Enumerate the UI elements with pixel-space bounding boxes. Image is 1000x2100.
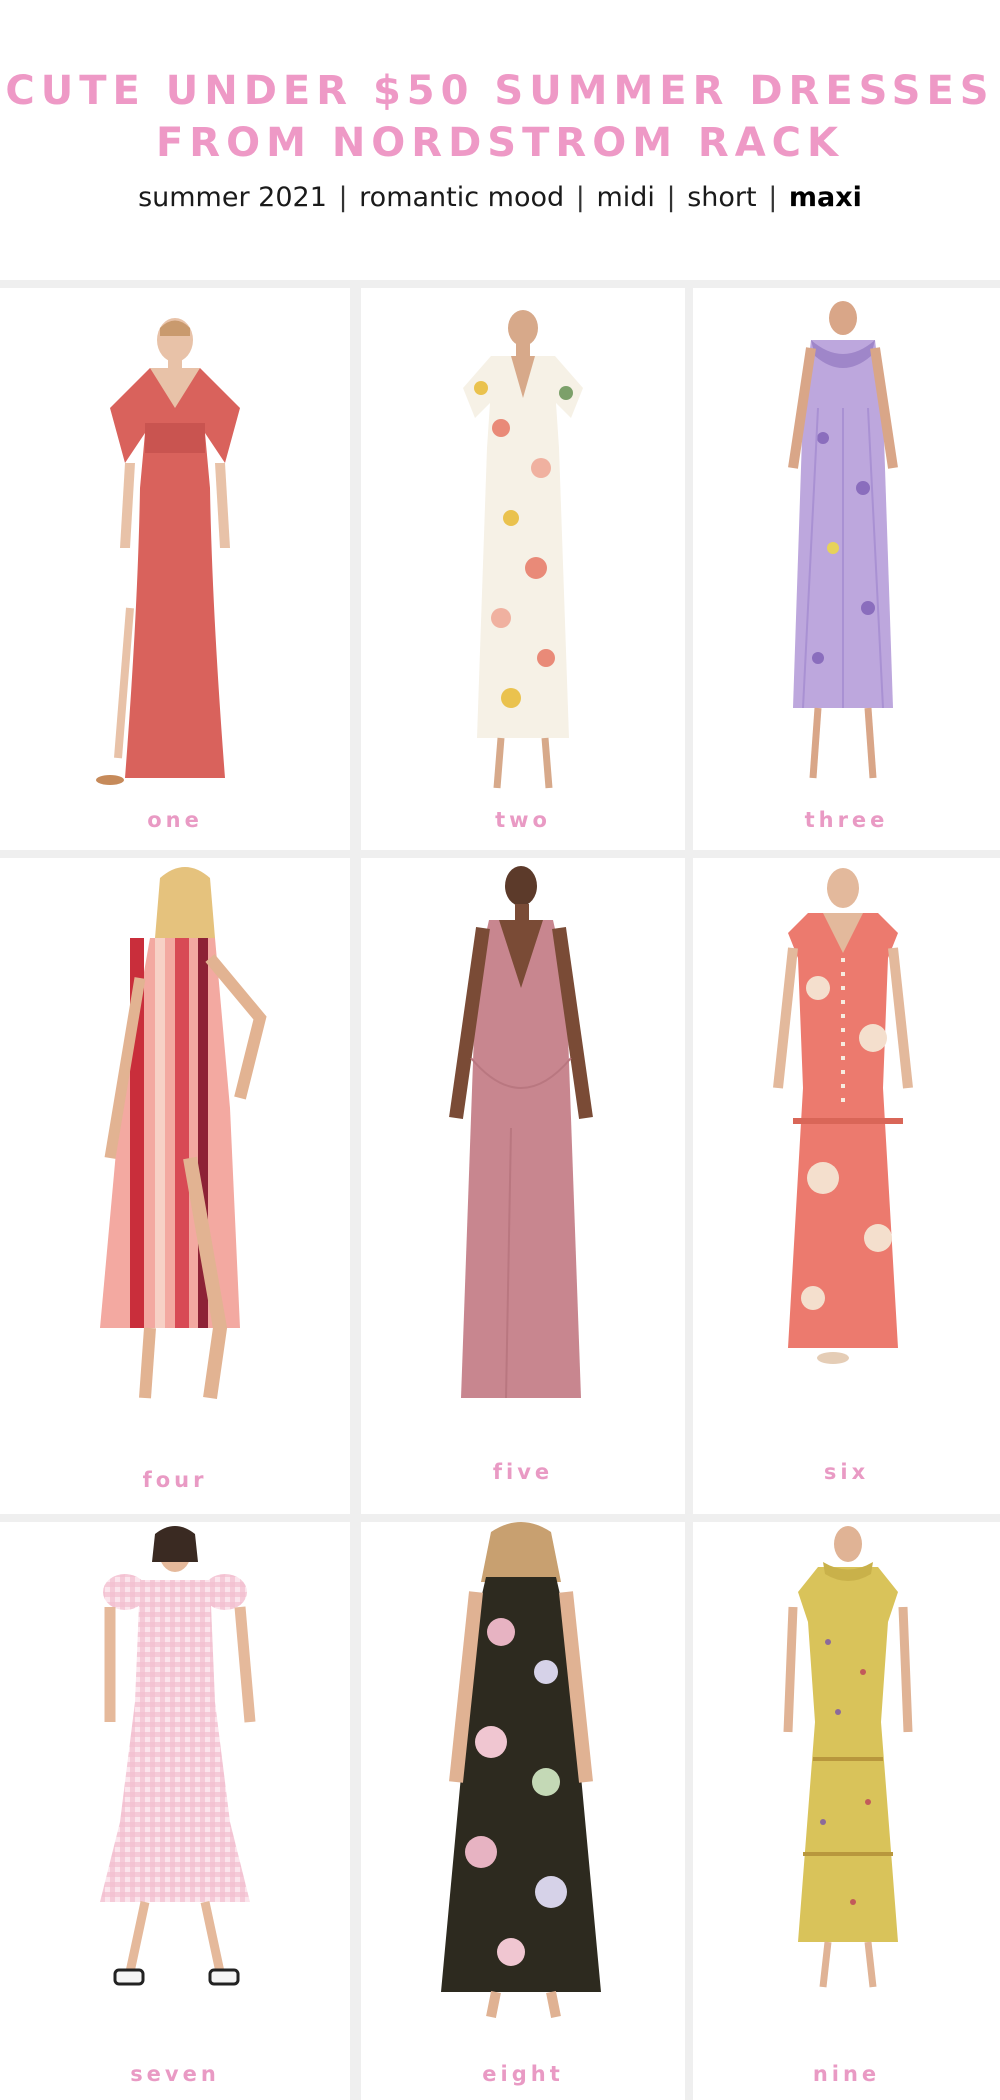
page-title-line-2: FROM NORDSTROM RACK xyxy=(155,120,845,166)
product-image-coral-maxi xyxy=(96,318,240,785)
nav-separator: | xyxy=(666,182,676,213)
nav-separator: | xyxy=(768,182,778,213)
product-card-eight[interactable]: eight xyxy=(361,1522,685,2100)
product-image-rose-slip-maxi xyxy=(449,866,593,1399)
product-card-two[interactable]: two xyxy=(361,288,685,850)
product-label: nine xyxy=(812,2062,881,2086)
product-label: eight xyxy=(482,2062,564,2086)
product-image-stripe-maxi xyxy=(100,867,267,1399)
product-card-four[interactable]: four xyxy=(0,858,350,1514)
product-card-three[interactable]: three xyxy=(693,288,1000,850)
product-image-yellow-ditsy-ruffle xyxy=(783,1526,913,1988)
product-image-lavender-pleated xyxy=(788,301,898,779)
nav-link-midi[interactable]: midi xyxy=(596,182,654,213)
product-card-six[interactable]: six xyxy=(693,858,1000,1514)
product-label: four xyxy=(142,1468,208,1492)
product-label: three xyxy=(804,808,889,832)
product-image-coral-floral-tiered xyxy=(773,868,913,1364)
nav-link-maxi[interactable]: maxi xyxy=(789,182,862,213)
nav-link-short[interactable]: short xyxy=(687,182,756,213)
category-nav: summer 2021 | romantic mood | midi | sho… xyxy=(0,182,1000,213)
product-image-black-tropical-halter xyxy=(441,1522,601,2018)
nav-separator: | xyxy=(575,182,585,213)
nav-link-romantic-mood[interactable]: romantic mood xyxy=(359,182,564,213)
nav-separator: | xyxy=(338,182,348,213)
product-label: two xyxy=(495,808,551,832)
product-label: one xyxy=(147,808,203,832)
product-card-one[interactable]: one xyxy=(0,288,350,850)
product-card-seven[interactable]: seven xyxy=(0,1522,350,2100)
product-label: six xyxy=(823,1460,870,1484)
product-card-nine[interactable]: nine xyxy=(693,1522,1000,2100)
nav-link-summer-2021[interactable]: summer 2021 xyxy=(138,182,327,213)
product-label: five xyxy=(492,1460,554,1484)
page-title-line-1: CUTE UNDER $50 SUMMER DRESSES xyxy=(5,68,995,114)
product-image-pink-gingham xyxy=(100,1526,256,1986)
product-grid: one two three four five six seven eight … xyxy=(0,280,1000,2100)
page-header: CUTE UNDER $50 SUMMER DRESSES FROM NORDS… xyxy=(0,0,1000,280)
product-image-white-floral-maxi xyxy=(463,310,583,789)
product-card-five[interactable]: five xyxy=(361,858,685,1514)
product-label: seven xyxy=(130,2062,220,2086)
